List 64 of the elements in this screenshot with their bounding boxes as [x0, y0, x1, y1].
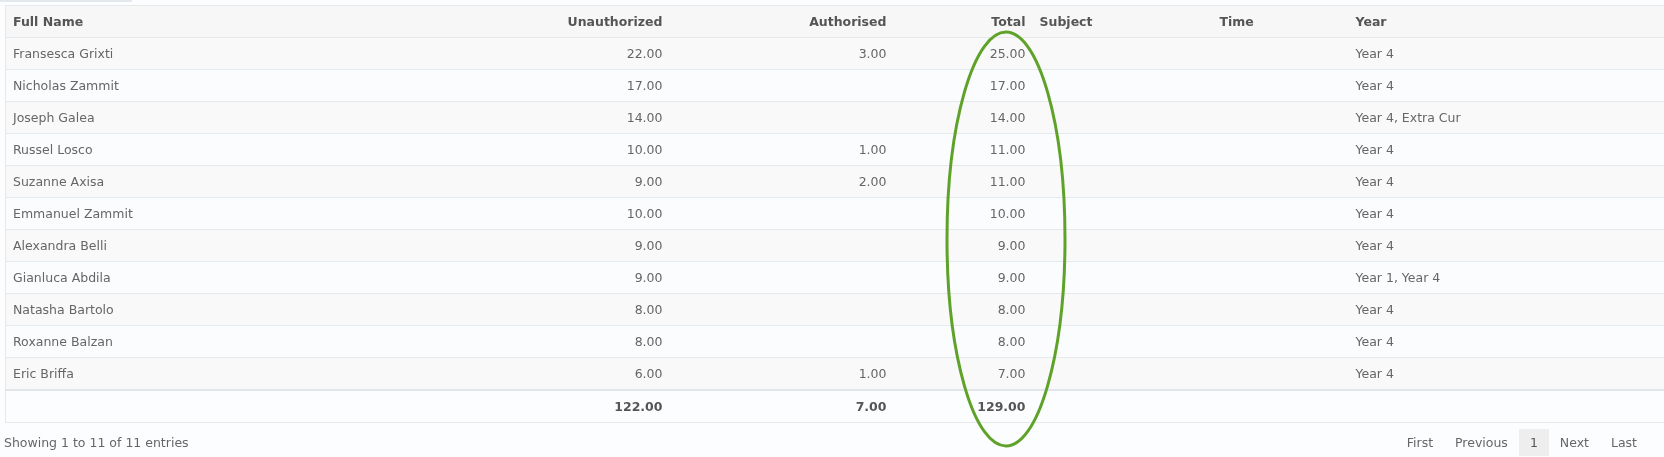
table-cell: 10.00 [626, 142, 663, 157]
column-header[interactable]: Total [893, 5, 1033, 38]
column-header[interactable]: Time [1212, 5, 1349, 38]
table-cell: 9.00 [997, 238, 1026, 253]
table-cell: Year 4 [1355, 334, 1394, 349]
column-header[interactable]: Year [1348, 5, 1664, 38]
table-cell: 9.00 [634, 174, 663, 189]
table-cell: 9.00 [634, 270, 663, 285]
table-cell: Emmanuel Zammit [13, 206, 133, 221]
table-cell: 1.00 [858, 366, 887, 381]
table-cell: Year 4 [1355, 174, 1394, 189]
entries-info: Showing 1 to 11 of 11 entries [4, 435, 189, 450]
table-cell: Natasha Bartolo [13, 302, 114, 317]
table-cell: Year 4 [1355, 302, 1394, 317]
table-cell: Eric Briffa [13, 366, 74, 381]
page-link[interactable]: Last [1599, 429, 1648, 456]
column-header[interactable]: Authorised [669, 5, 894, 38]
table-cell: 10.00 [626, 206, 663, 221]
table-cell: Year 4 [1355, 366, 1394, 381]
table-cell: 7.00 [997, 366, 1026, 381]
table-cell: 9.00 [997, 270, 1026, 285]
table-cell: Year 4 [1355, 46, 1394, 61]
table-cell: Year 1, Year 4 [1355, 270, 1441, 285]
table-cell: Joseph Galea [13, 110, 95, 125]
table-cell: 25.00 [989, 46, 1026, 61]
column-header[interactable]: Unauthorized [530, 5, 670, 38]
table-cell: 8.00 [634, 334, 663, 349]
page-link[interactable]: 1 [1518, 429, 1549, 456]
table-cell: 11.00 [989, 142, 1026, 157]
table-cell: Year 4 [1355, 238, 1394, 253]
table-cell: Year 4 [1355, 78, 1394, 93]
table-cell: Nicholas Zammit [13, 78, 119, 93]
table-cell: Year 4 [1355, 206, 1394, 221]
table-cell: 22.00 [626, 46, 663, 61]
table-cell: Alexandra Belli [13, 238, 107, 253]
column-header[interactable]: Full Name [5, 5, 531, 38]
table-cell: 17.00 [989, 78, 1026, 93]
table-cell: 14.00 [989, 110, 1026, 125]
table-cell: Roxanne Balzan [13, 334, 113, 349]
table-cell: 8.00 [634, 302, 663, 317]
table-cell: 8.00 [997, 302, 1026, 317]
page-link[interactable]: First [1395, 429, 1445, 456]
table-cell: 9.00 [634, 238, 663, 253]
table-cell: 11.00 [989, 174, 1026, 189]
table-cell: Fransesca Grixti [13, 46, 114, 61]
table-cell: 6.00 [634, 366, 663, 381]
table-cell: 2.00 [858, 174, 887, 189]
table-cell: Year 4, Extra Cur [1355, 110, 1461, 125]
table-cell: 1.00 [858, 142, 887, 157]
table-cell: Gianluca Abdila [13, 270, 111, 285]
table-cell: Year 4 [1355, 142, 1394, 157]
page-link[interactable]: Next [1548, 429, 1600, 456]
table-cell: Russel Losco [13, 142, 93, 157]
page-link[interactable]: Previous [1444, 429, 1519, 456]
total-cell: 129.00 [977, 399, 1026, 414]
table-cell: Suzanne Axisa [13, 174, 105, 189]
table-cell: 10.00 [989, 206, 1026, 221]
table-cell: 14.00 [626, 110, 663, 125]
total-cell: 122.00 [614, 399, 663, 414]
table-cell: 8.00 [997, 334, 1026, 349]
total-cell: 7.00 [855, 399, 887, 414]
table-cell: 3.00 [858, 46, 887, 61]
table-cell: 17.00 [626, 78, 663, 93]
column-header[interactable]: Subject [1032, 5, 1213, 38]
